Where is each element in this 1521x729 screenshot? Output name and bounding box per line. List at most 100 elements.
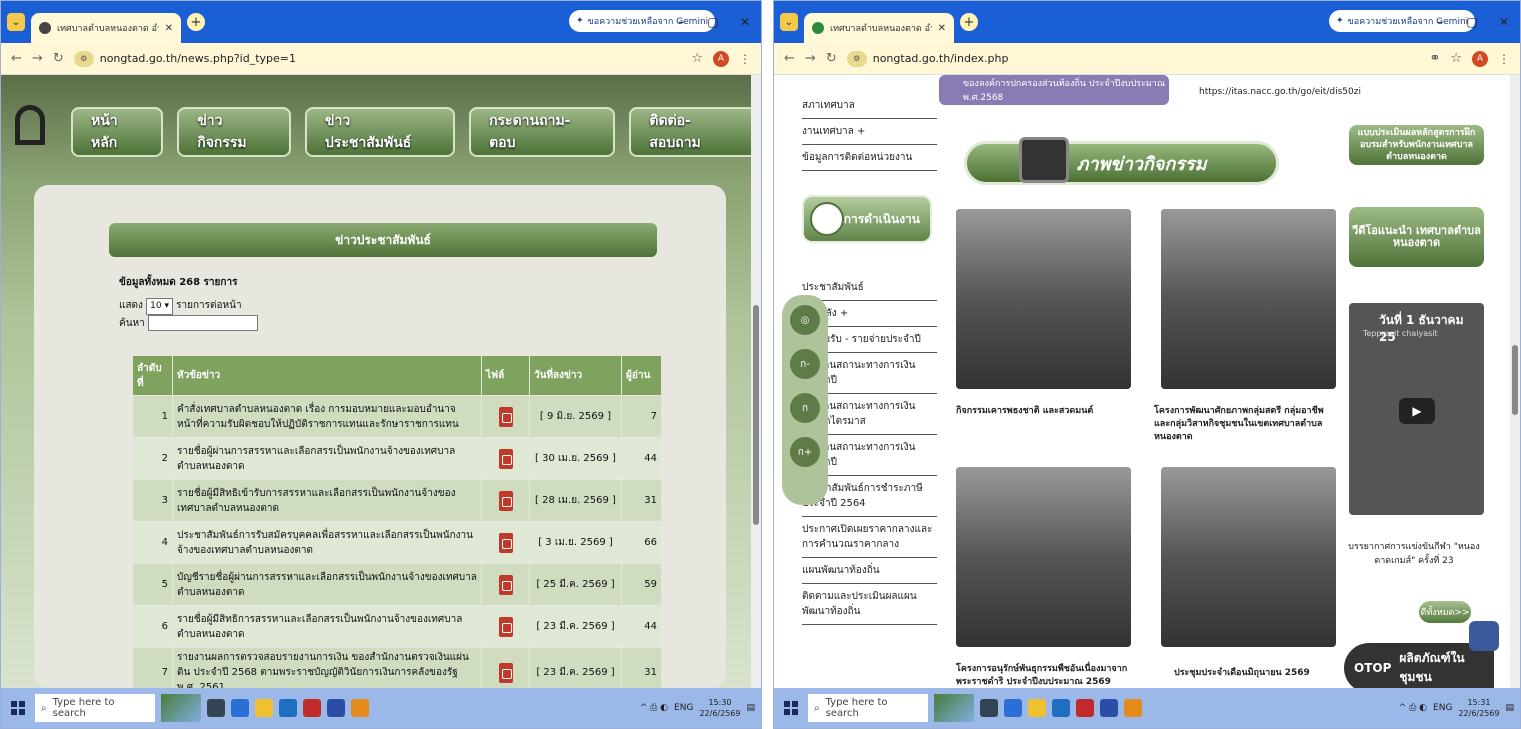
profile-avatar[interactable]: A	[713, 50, 729, 67]
activity-caption-3[interactable]: โครงการอนุรักษ์พันธุกรรมพืชอันเนื่องมาจา…	[956, 663, 1141, 688]
view-all-button[interactable]: ดีทั้งหมด>>	[1419, 601, 1471, 623]
pdf-icon[interactable]	[498, 490, 513, 511]
activity-caption-4[interactable]: ประชุมประจำเดือนมิถุนายน 2569	[1174, 667, 1344, 680]
row-file[interactable]	[481, 521, 530, 564]
table-row[interactable]: 4 ประชาสัมพันธ์การรับสมัครบุคคลเพื่อสรรหา…	[132, 521, 662, 564]
tab-active[interactable]: เทศบาลตำบลหนองตาด อำเภอเมือง ✕	[31, 13, 181, 43]
sidebar-item[interactable]: งานเทศบาล +	[802, 119, 937, 145]
pdf-icon[interactable]	[498, 662, 513, 683]
search-highlight-image[interactable]	[161, 694, 201, 722]
tab-active[interactable]: เทศบาลตำบลหนองตาด อำเภอเมือง ✕	[804, 13, 954, 43]
font-increase-button[interactable]: ก+	[790, 437, 820, 467]
ops-info-button[interactable]: ข้อมูลการดำเนินงาน	[802, 195, 932, 243]
store-icon[interactable]	[1052, 699, 1070, 717]
windows-start-icon[interactable]	[780, 697, 802, 719]
play-icon[interactable]: ▶	[1399, 398, 1435, 424]
search-input[interactable]	[147, 315, 258, 331]
browser-menu-icon[interactable]: ⋮	[1498, 52, 1510, 66]
edge-icon[interactable]	[1004, 699, 1022, 717]
activity-photo-2[interactable]	[1161, 209, 1336, 389]
row-file[interactable]	[481, 563, 530, 606]
row-file[interactable]	[481, 395, 530, 438]
tray-icons[interactable]: ^ ⎙ ◐	[1399, 703, 1427, 713]
menu-home[interactable]: หน้าหลัก	[71, 107, 164, 157]
tab-search-icon[interactable]: ⌄	[7, 13, 25, 31]
translate-icon[interactable]: ⚭	[1429, 51, 1440, 66]
taskbar-search[interactable]: ⌕ Type here to search	[808, 694, 928, 722]
bookmark-star-icon[interactable]: ☆	[691, 51, 703, 66]
close-window-button[interactable]: ✕	[729, 15, 761, 29]
activity-news-header[interactable]: ภาพข่าวกิจกรรม	[964, 141, 1279, 185]
row-file[interactable]	[481, 479, 530, 522]
notification-icon[interactable]: ▤	[1505, 703, 1514, 713]
sidebar-item[interactable]: แผนพัฒนาท้องถิ่น	[802, 558, 937, 584]
table-row[interactable]: 1 คำสั่งเทศบาลตำบลหนองตาด เรื่อง การมอบหม…	[132, 395, 662, 438]
pdf-app-icon[interactable]	[303, 699, 321, 717]
activity-photo-3[interactable]	[956, 467, 1131, 647]
language-indicator[interactable]: ENG	[674, 703, 693, 713]
row-title-link[interactable]: รายชื่อผู้ผ่านการสรรหาและเลือกสรรเป็นพนั…	[172, 437, 482, 480]
sidebar-item[interactable]: ประกาศเปิดเผยราคากลางและการคำนวณราคากลาง	[802, 517, 937, 558]
ita-banner[interactable]: ของลงค์การปกครองส่วนท้องถิ่น ประจำปีงบปร…	[939, 75, 1169, 105]
menu-pr-news[interactable]: ข่าวประชาสัมพันธ์	[304, 107, 456, 157]
pdf-icon[interactable]	[498, 574, 513, 595]
pdf-icon[interactable]	[498, 406, 513, 427]
per-page-select[interactable]: 10 ▾	[146, 298, 173, 315]
clock[interactable]: 15:30 22/6/2569	[699, 697, 740, 719]
row-file[interactable]	[481, 437, 530, 480]
word-icon[interactable]	[327, 699, 345, 717]
row-title-link[interactable]: รายชื่อผู้มีสิทธิการสรรหาและเลือกสรรเป็น…	[172, 605, 482, 648]
tab-search-icon[interactable]: ⌄	[780, 13, 798, 31]
table-row[interactable]: 3 รายชื่อผู้มีสิทธิเข้ารับการสรรหาและเลือ…	[132, 479, 662, 522]
clock[interactable]: 15:31 22/6/2569	[1458, 697, 1499, 719]
store-icon[interactable]	[279, 699, 297, 717]
search-highlight-image[interactable]	[934, 694, 974, 722]
col-no[interactable]: ลำดับที่	[132, 355, 173, 396]
activity-caption-1[interactable]: กิจกรรมเคารพธงชาติ และสวดมนต์	[956, 405, 1131, 418]
new-tab-button[interactable]: +	[960, 13, 978, 31]
activity-photo-4[interactable]	[1161, 467, 1336, 647]
edge-icon[interactable]	[231, 699, 249, 717]
forward-icon[interactable]: →	[805, 51, 816, 66]
menu-activities[interactable]: ข่าวกิจกรรม	[177, 107, 291, 157]
profile-avatar[interactable]: A	[1472, 50, 1488, 67]
maximize-button[interactable]: ▢	[697, 15, 729, 29]
table-row[interactable]: 7 รายงานผลการตรวจสอบรายงานการเงิน ของสำนั…	[132, 647, 662, 688]
row-title-link[interactable]: ประชาสัมพันธ์การรับสมัครบุคคลเพื่อสรรหาแ…	[172, 521, 482, 564]
pdf-icon[interactable]	[498, 532, 513, 553]
pdf-icon[interactable]	[498, 616, 513, 637]
word-icon[interactable]	[1100, 699, 1118, 717]
site-info-icon[interactable]: ⚙	[846, 50, 867, 67]
file-explorer-icon[interactable]	[255, 699, 273, 717]
task-view-icon[interactable]	[207, 699, 225, 717]
sidebar-item[interactable]: ข้อมูลการติดต่อหน่วยงาน	[802, 145, 937, 171]
chrome-icon[interactable]	[1124, 699, 1142, 717]
site-info-icon[interactable]: ⚙	[73, 50, 94, 67]
table-row[interactable]: 2 รายชื่อผู้ผ่านการสรรหาและเลือกสรรเป็นพน…	[132, 437, 662, 480]
pdf-icon[interactable]	[498, 448, 513, 469]
intro-video-button[interactable]: วีดีโอแนะนำ เทศบาลตำบลหนองตาด	[1349, 207, 1484, 267]
row-title-link[interactable]: รายงานผลการตรวจสอบรายงานการเงิน ของสำนัก…	[172, 647, 482, 688]
sidebar-item[interactable]: สภาเทศบาล	[802, 93, 937, 119]
minimize-button[interactable]: –	[1424, 15, 1456, 29]
col-title[interactable]: หัวข้อข่าว	[172, 355, 482, 396]
activity-caption-2[interactable]: โครงการพัฒนาศักยภาพกลุ่มสตรี กลุ่มอาชีพแ…	[1154, 405, 1339, 444]
font-decrease-button[interactable]: ก-	[790, 349, 820, 379]
page-scrollbar[interactable]	[1510, 75, 1520, 688]
table-row[interactable]: 5 บัญชีรายชื่อผู้ผ่านการสรรหาและเลือกสรรเ…	[132, 563, 662, 606]
close-tab-icon[interactable]: ✕	[165, 23, 173, 34]
sidebar-item[interactable]: ติดตามและประเมินผลแผนพัฒนาท้องถิ่น	[802, 584, 937, 625]
chat-widget-icon[interactable]	[1469, 621, 1499, 651]
url-field[interactable]: ⚙ nongtad.go.th/index.php	[846, 50, 1420, 67]
page-scrollbar[interactable]	[751, 75, 761, 688]
back-icon[interactable]: ←	[11, 51, 22, 66]
menu-contact[interactable]: ติดต่อ-สอบถาม	[629, 107, 761, 157]
browser-menu-icon[interactable]: ⋮	[739, 52, 751, 66]
reload-icon[interactable]: ↻	[53, 51, 64, 66]
col-date[interactable]: วันที่ลงข่าว	[529, 355, 622, 396]
ita-link[interactable]: https://itas.nacc.go.th/go/eit/dis50zi	[1199, 87, 1361, 97]
url-field[interactable]: ⚙ nongtad.go.th/news.php?id_type=1	[73, 50, 682, 67]
minimize-button[interactable]: –	[665, 15, 697, 29]
back-icon[interactable]: ←	[784, 51, 795, 66]
maximize-button[interactable]: ▢	[1456, 15, 1488, 29]
